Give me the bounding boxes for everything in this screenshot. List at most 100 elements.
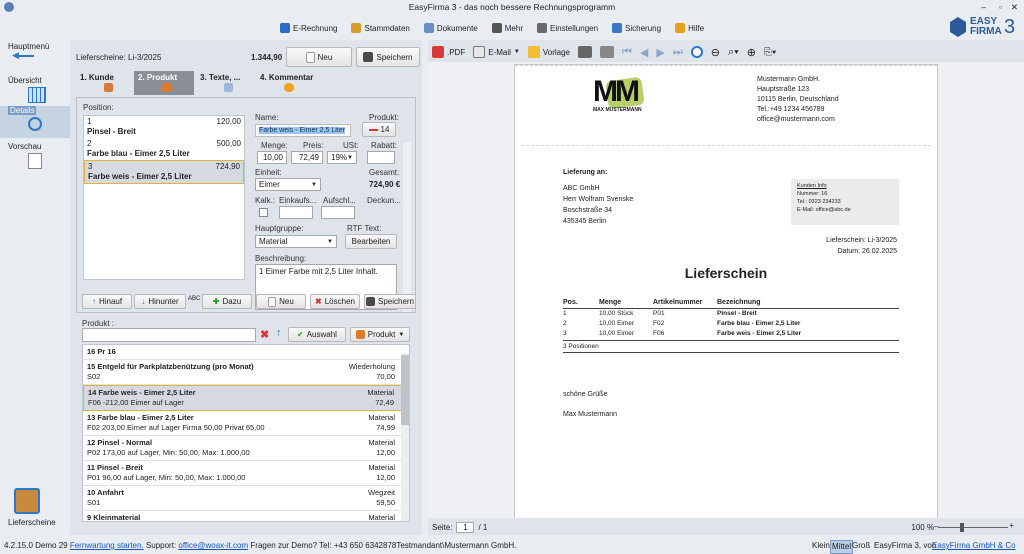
rabatt-input[interactable] <box>367 151 395 164</box>
customer-icon <box>104 83 113 92</box>
sort-abc-icon[interactable]: ABC <box>188 296 200 302</box>
tab-kunde[interactable]: 1. Kunde <box>76 71 132 95</box>
menu-item-2[interactable]: Dokumente <box>423 23 478 33</box>
product-row[interactable]: 14 Farbe weis - Eimer 2,5 Liter Material F… <box>83 385 409 411</box>
product-row[interactable]: 10 Anfahrt Wegzeit S01 59,50 <box>83 486 409 511</box>
menu-item-5[interactable]: Sicherung <box>612 23 661 33</box>
pdf-preview: .PDF E-Mail ▼ Vorlage ⏮ ◀ ▶ ⏭ ⊖ ⌕▾ ⊕ ⎘▾ M… <box>428 40 1024 535</box>
zoom-select-icon[interactable]: ⌕▾ <box>728 46 739 59</box>
email-button[interactable]: E-Mail ▼ <box>473 46 520 58</box>
product-row[interactable]: 13 Farbe blau - Eimer 2,5 Liter Material F… <box>83 411 409 436</box>
tab-produkt[interactable]: 2. Produkt <box>134 71 194 95</box>
product-number-button[interactable]: 14 <box>362 122 396 137</box>
printer-icon[interactable] <box>578 46 592 58</box>
menge-input[interactable]: 10,00 <box>257 151 287 164</box>
nav-details[interactable]: Details <box>0 106 70 138</box>
nav-vorschau[interactable]: Vorschau <box>0 142 70 169</box>
menu-item-0[interactable]: E-Rechnung <box>280 23 337 33</box>
company-link[interactable]: EasyFirma GmbH & Co KG <box>932 538 1024 554</box>
product-row[interactable]: 16 Pr 16 <box>83 345 409 360</box>
product-row[interactable]: 11 Pinsel - Breit Material P01 96,00 auf L… <box>83 461 409 486</box>
last-page-icon[interactable]: ⏭ <box>673 46 683 59</box>
support-email-link[interactable]: office@woax-it.com <box>178 541 248 550</box>
position-row[interactable]: 2 500,00 Farbe blau - Eimer 2,5 Liter <box>84 138 244 160</box>
menu-item-4[interactable]: Einstellungen <box>537 23 598 33</box>
prev-page-icon[interactable]: ◀ <box>640 46 648 59</box>
pdf-page: MM MAX MUSTERMANN Mustermann GmbH. Haupts… <box>514 64 938 518</box>
document-meta: Lieferschein: Li-3/2025 Datum: 26.02.202… <box>826 237 897 255</box>
print-icon[interactable] <box>600 46 614 58</box>
remote-support-link[interactable]: Fernwartung starten. <box>70 541 144 550</box>
delete-position-button[interactable]: ✖ Löschen <box>310 294 360 309</box>
export-pdf-button[interactable]: .PDF <box>432 46 465 58</box>
minus-icon <box>368 128 378 131</box>
save-document-button[interactable]: Speichern <box>356 47 420 67</box>
template-button[interactable]: Vorlage <box>527 46 570 58</box>
pdf-pager: Seite: 1 / 1 100 % – + <box>432 520 1015 533</box>
new-position-button[interactable]: Neu <box>256 294 306 309</box>
kalk-checkbox[interactable] <box>259 208 268 217</box>
name-input[interactable]: Farbe weis - Eimer 2,5 Liter <box>255 124 351 137</box>
position-list[interactable]: 1 120,00 Pinsel - Breit 2 500,00 Farbe blau -… <box>83 115 245 280</box>
rtf-edit-button[interactable]: Bearbeiten <box>345 234 397 249</box>
product-row[interactable]: 9 KleinmaterialMaterialS0316,66 <box>83 511 409 521</box>
minimize-icon[interactable]: – <box>981 0 986 14</box>
position-row[interactable]: 1 120,00 Pinsel - Breit <box>84 116 244 138</box>
einkauf-input[interactable] <box>279 206 313 219</box>
document-editor: Lieferscheine: Li-3/2025 1.344,90 Neu Sp… <box>70 40 422 535</box>
chevron-down-icon: ▼ <box>347 154 353 161</box>
clear-search-icon[interactable]: ✖ <box>260 328 269 341</box>
menu-item-1[interactable]: Stammdaten <box>351 23 410 33</box>
product-list[interactable]: 16 Pr 16 15 Entgeld für Parkplatzbenützun… <box>82 344 410 522</box>
ust-select[interactable]: 19% ▼ <box>327 151 357 164</box>
pdf-toolbar: .PDF E-Mail ▼ Vorlage ⏮ ◀ ▶ ⏭ ⊖ ⌕▾ ⊕ ⎘▾ <box>432 44 776 60</box>
arrow-up-icon: ↑ <box>91 297 96 306</box>
zoom-in-icon[interactable]: ⊕ <box>747 46 756 59</box>
product-search-input[interactable] <box>82 328 256 342</box>
move-up-button[interactable]: ↑ Hinauf <box>82 294 132 309</box>
preis-input[interactable]: 72,49 <box>291 151 323 164</box>
nav-lieferscheine[interactable]: Lieferscheine <box>0 488 70 527</box>
select-product-button[interactable]: ✔ Auswahl <box>288 327 346 342</box>
einheit-select[interactable]: Eimer ▼ <box>255 178 321 191</box>
menu-item-3[interactable]: Mehr <box>491 23 523 33</box>
product-list-scrollbar[interactable] <box>401 353 409 521</box>
export-icon[interactable]: ⎘▾ <box>764 47 776 58</box>
font-size-small[interactable]: Klein <box>812 538 830 554</box>
main-menu: E-Rechnung Stammdaten Dokumente Mehr Einstel… <box>280 18 704 38</box>
save-position-button[interactable]: Speichern <box>364 294 416 309</box>
menu-item-6[interactable]: Hilfe <box>675 23 704 33</box>
font-size-medium[interactable]: Mittel <box>830 540 854 554</box>
first-page-icon[interactable]: ⏮ <box>622 46 632 59</box>
product-row[interactable]: 15 Entgeld für Parkplatzbenützung (pro M… <box>83 360 409 385</box>
nav-uebersicht[interactable]: Übersicht <box>0 76 70 103</box>
sort-arrow-icon[interactable]: ↑ <box>276 327 282 339</box>
close-icon[interactable]: ✕ <box>1011 0 1018 14</box>
tab-kommentar[interactable]: 4. Kommentar <box>256 71 326 95</box>
maximize-icon[interactable]: ▫ <box>999 0 1002 14</box>
move-down-button[interactable]: ↓ Hinunter <box>134 294 186 309</box>
delivery-cart-icon <box>14 488 40 514</box>
page-input[interactable]: 1 <box>456 521 475 533</box>
tab-texte[interactable]: 3. Texte, ... <box>196 71 256 95</box>
nav-hauptmenu[interactable]: Hauptmenü ◀ <box>0 42 70 60</box>
font-size-large[interactable]: Groß <box>852 538 870 554</box>
compass-icon[interactable] <box>690 46 703 58</box>
position-row[interactable]: 3 724,90 Farbe weis - Eimer 2,5 Liter <box>84 160 244 184</box>
product-row[interactable]: 12 Pinsel - Normal Material P02 173,00 auf… <box>83 436 409 461</box>
table-row: 3 10,00 Eimer F06 Farbe weis - Eimer 2,5 Li… <box>563 330 802 337</box>
product-menu-button[interactable]: Produkt ▼ <box>350 327 410 342</box>
zoom-slider[interactable]: – + <box>934 521 1014 532</box>
add-position-button[interactable]: ✚ Dazu <box>202 294 252 309</box>
aufschlag-input[interactable] <box>321 206 355 219</box>
new-document-button[interactable]: Neu <box>286 47 352 67</box>
arrow-down-icon: ↓ <box>141 297 146 306</box>
zoom-out-icon[interactable]: ⊖ <box>711 46 720 59</box>
next-page-icon[interactable]: ▶ <box>656 46 664 59</box>
chevron-down-icon: ▼ <box>513 49 520 55</box>
pdf-viewport[interactable]: MM MAX MUSTERMANN Mustermann GmbH. Haupts… <box>428 62 1024 518</box>
hauptgruppe-select[interactable]: Material ▼ <box>255 235 337 248</box>
form-scrollbar[interactable] <box>403 142 411 312</box>
more-icon <box>491 23 502 33</box>
side-navigation: Hauptmenü ◀ Übersicht Details Vorschau L… <box>0 38 70 538</box>
